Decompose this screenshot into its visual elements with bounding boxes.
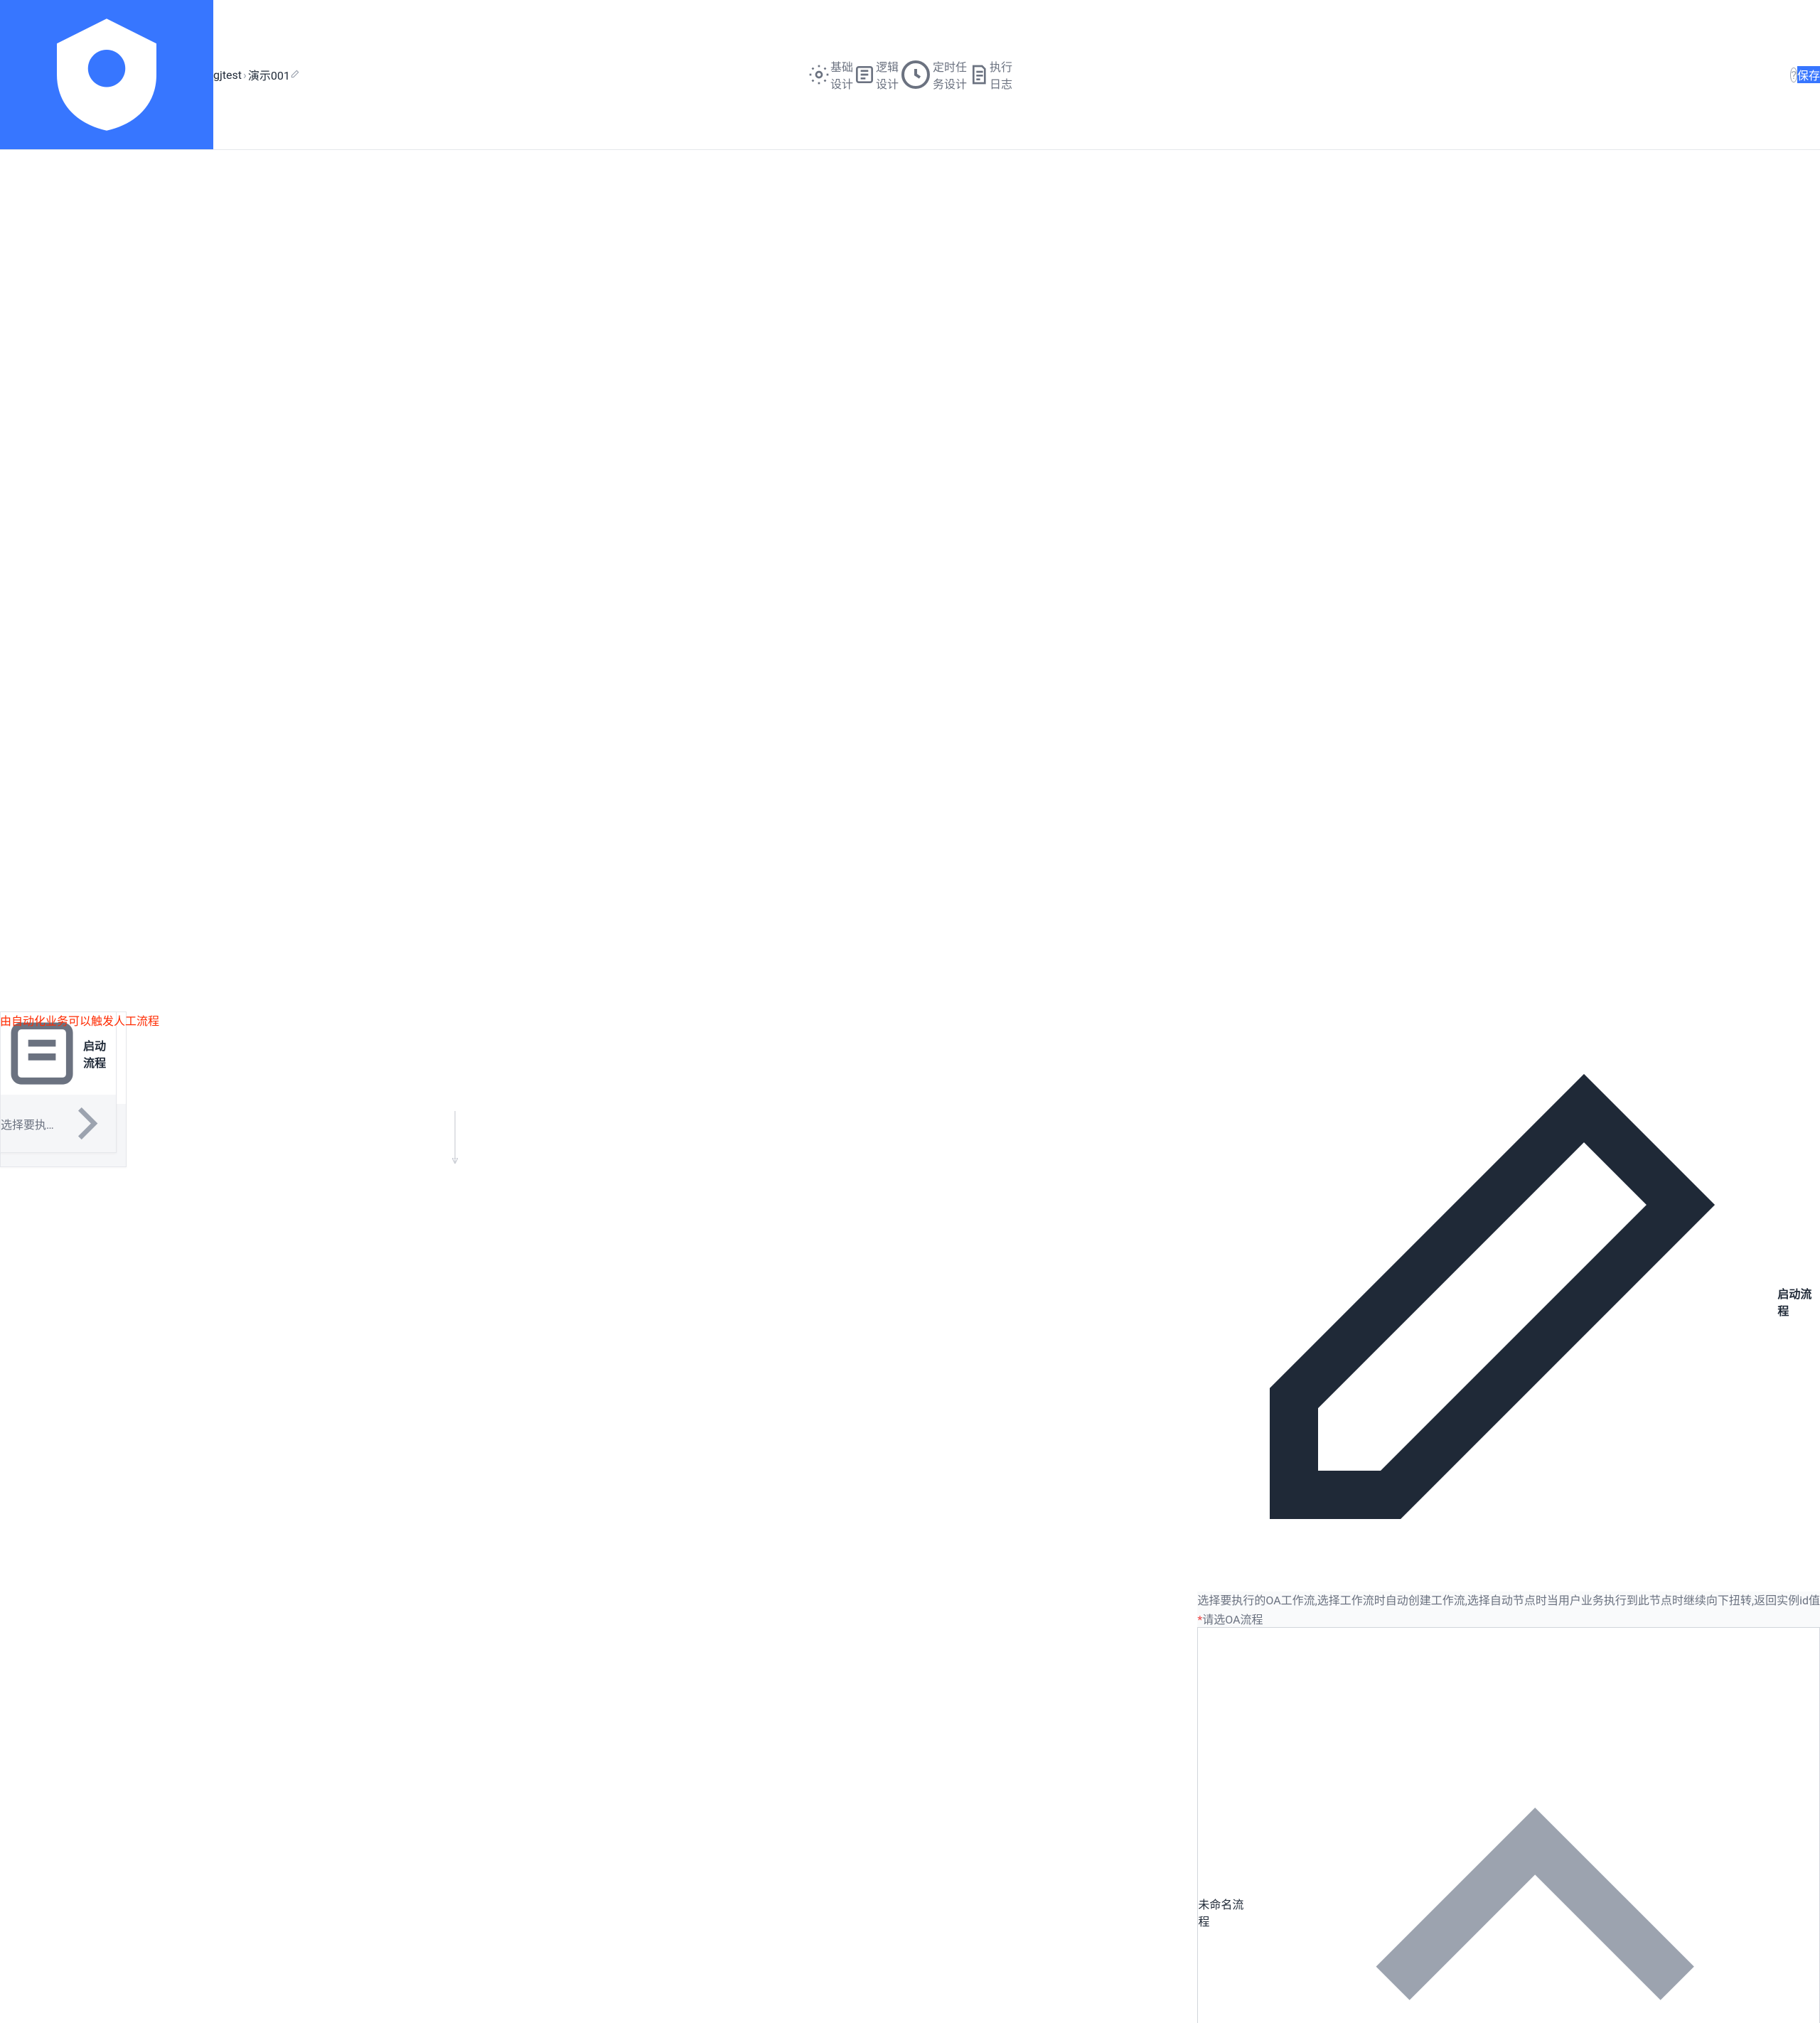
node-launch-flow[interactable]: 启动流程 选择要执行的OA工作... bbox=[0, 1012, 117, 1153]
tab-logic-design[interactable]: 逻辑设计 bbox=[853, 58, 899, 92]
save-button[interactable]: 保存 bbox=[1797, 66, 1820, 83]
chevron-up-icon bbox=[1251, 1628, 1819, 2023]
tab-basic-design[interactable]: 基础设计 bbox=[808, 58, 853, 92]
breadcrumb-page[interactable]: 演示001 bbox=[248, 66, 290, 83]
breadcrumb-project[interactable]: gjtest bbox=[213, 68, 242, 82]
tab-timer-design[interactable]: 定时任务设计 bbox=[899, 58, 967, 92]
panel-description: 选择要执行的OA工作流,选择工作流时自动创建工作流,选择自动节点时当用户业务执行… bbox=[1197, 1592, 1820, 1610]
brand-icon bbox=[0, 0, 213, 149]
topbar: gjtest › 演示001 基础设计 逻辑设计 定时任务设计 执行日志 ? 保… bbox=[0, 0, 1820, 150]
breadcrumb-separator-icon: › bbox=[242, 68, 248, 82]
help-icon[interactable]: ? bbox=[1790, 68, 1797, 82]
tab-exec-log[interactable]: 执行日志 bbox=[967, 58, 1012, 92]
field-oa-flow-label: *请选OA流程 bbox=[1197, 1610, 1820, 1627]
node-launch-flow-body[interactable]: 选择要执行的OA工作... bbox=[1, 1095, 116, 1152]
edit-icon[interactable] bbox=[290, 68, 300, 82]
node-launch-flow-title: 启动流程 bbox=[83, 1036, 116, 1070]
top-tabs: 基础设计 逻辑设计 定时任务设计 执行日志 bbox=[808, 58, 1012, 92]
panel-title: 启动流程 bbox=[1197, 1012, 1820, 1592]
oa-flow-select[interactable]: 未命名流程 bbox=[1197, 1627, 1820, 2023]
